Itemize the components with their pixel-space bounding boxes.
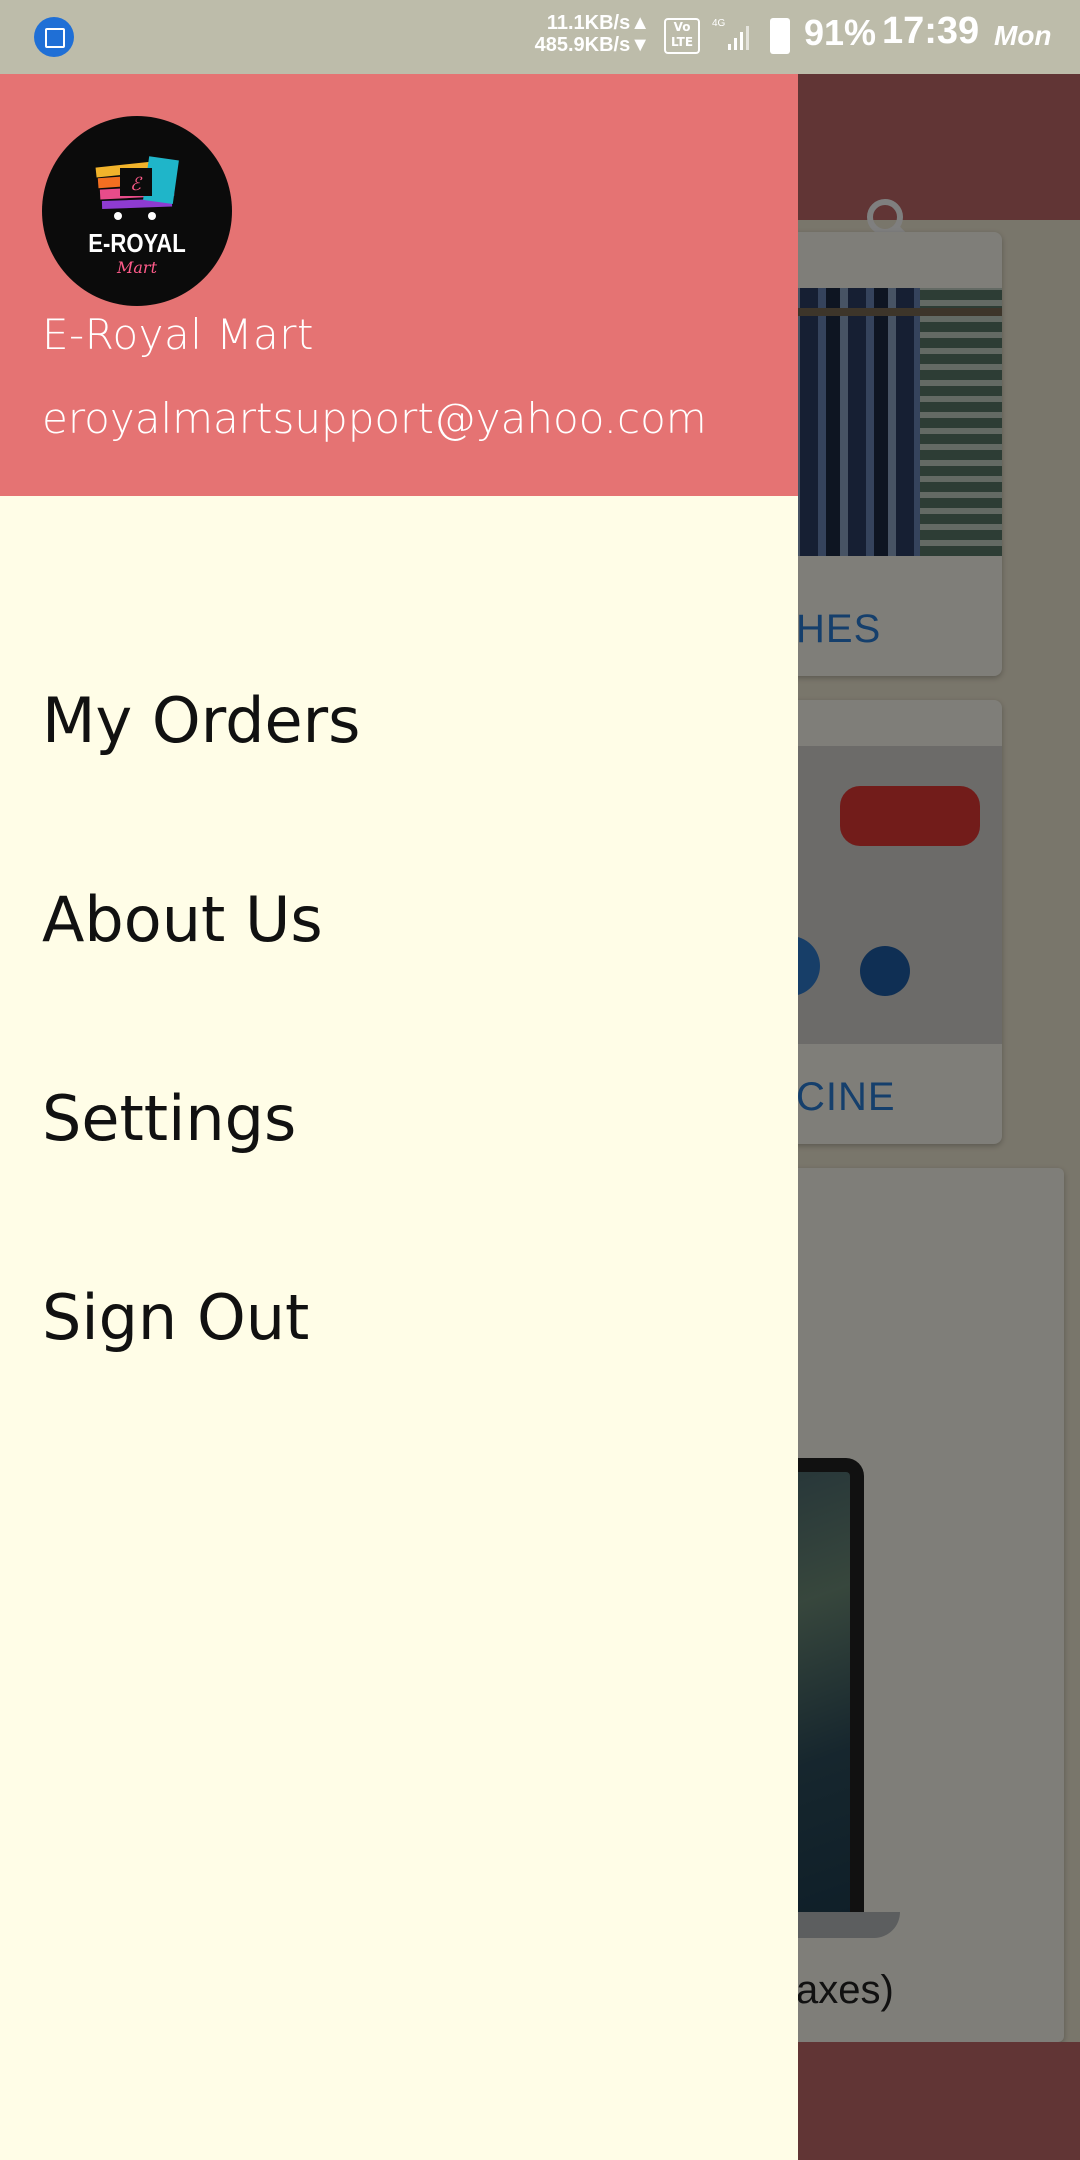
drawer-header: ℰ E-ROYAL Mart E-Royal Mart eroyalmartsu… [0,74,798,496]
account-name: E-Royal Mart [42,310,315,359]
day-of-week: Mon [994,20,1052,51]
logo-text: E-ROYAL [88,228,186,258]
status-bar: 11.1KB/s▲ 485.9KB/s▼ Vo LTE 4G 91% 17:39… [0,0,1080,74]
gallery-notification-icon [34,17,74,57]
account-email: eroyalmartsupport@yahoo.com [42,394,707,443]
menu-item-my-orders[interactable]: My Orders [0,640,798,800]
navigation-drawer: ℰ E-ROYAL Mart E-Royal Mart eroyalmartsu… [0,74,798,2160]
download-speed: 485.9KB/s▼ [534,34,650,56]
menu-item-settings[interactable]: Settings [0,1038,798,1198]
battery-percent: 91% [804,12,877,53]
network-speed: 11.1KB/s▲ 485.9KB/s▼ [500,12,650,56]
shopping-cart-logo-icon: ℰ [95,156,179,220]
upload-speed: 11.1KB/s▲ [546,12,650,34]
screen: HES CINE ’ axes) 11.1KB/s▲ [0,0,1080,2160]
avatar[interactable]: ℰ E-ROYAL Mart [42,116,232,306]
menu-item-sign-out[interactable]: Sign Out [0,1237,798,1397]
battery-icon [770,18,790,54]
volte-icon: Vo LTE [664,18,700,54]
network-type: 4G [712,18,726,29]
menu-item-about-us[interactable]: About Us [0,839,798,999]
clock: 17:39 [882,10,980,52]
signal-icon: 4G [712,18,749,50]
logo-subtext: Mart [117,258,157,277]
